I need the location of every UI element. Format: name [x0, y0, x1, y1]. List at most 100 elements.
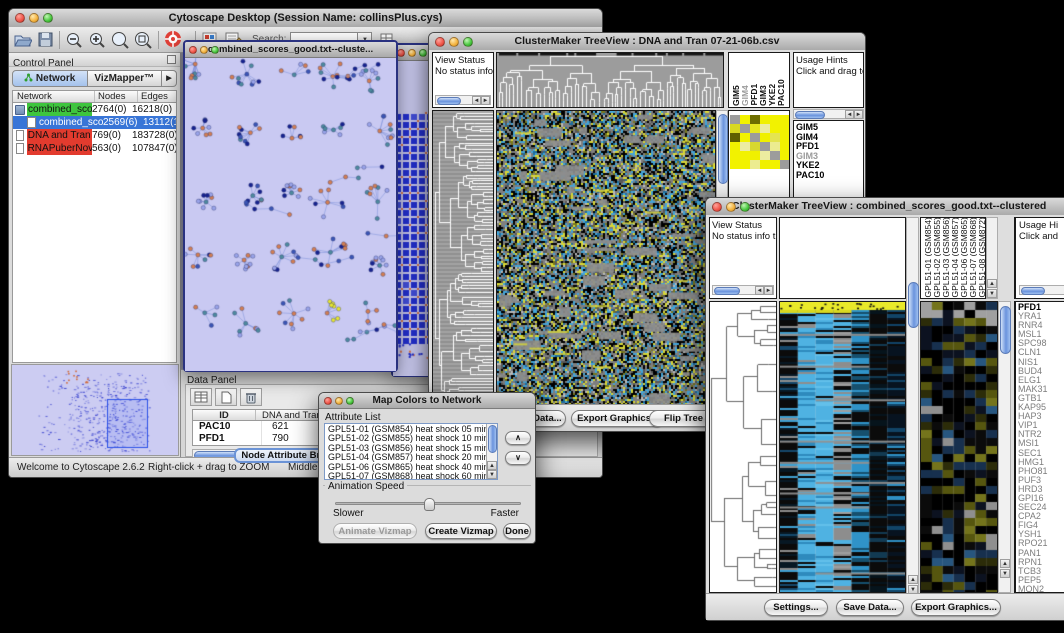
network-overview-canvas[interactable] — [11, 364, 179, 456]
network1-title-bar[interactable]: combined_scores_good.txt--cluste... — [185, 42, 396, 58]
close-button[interactable] — [397, 49, 405, 57]
zoom-window-button[interactable] — [463, 37, 473, 47]
tv2-zoom-heatmap[interactable] — [920, 301, 998, 593]
move-down-button[interactable]: ∨ — [505, 451, 531, 465]
zoom-out-icon[interactable] — [65, 31, 84, 49]
scroll-right-icon[interactable]: ► — [854, 110, 863, 119]
tv2-column-label[interactable]: GPL51-02 (GSM855) — [932, 217, 941, 297]
scroll-up-icon[interactable]: ▲ — [1000, 559, 1010, 568]
tv1-column-label[interactable]: YKE2 — [767, 84, 776, 106]
new-document-icon[interactable] — [215, 388, 237, 406]
animate-vizmap-button[interactable]: Animate Vizmap — [333, 523, 417, 539]
move-up-button[interactable]: ∧ — [505, 431, 531, 445]
tv2-hints-hscrollbar[interactable] — [1019, 285, 1064, 295]
save-icon[interactable] — [37, 31, 54, 48]
close-button[interactable] — [712, 202, 722, 212]
tv2-heatmap[interactable] — [779, 301, 906, 593]
tv1-column-label[interactable]: PFD1 — [749, 84, 758, 106]
delete-icon[interactable] — [240, 388, 262, 406]
treeview2-title-bar[interactable]: ClusterMaker TreeView : combined_scores_… — [706, 198, 1064, 216]
tv1-summary-hscrollbar[interactable]: ◄ ► — [793, 109, 864, 119]
tv1-column-label[interactable]: PAC10 — [776, 79, 785, 106]
tv1-summary-heatmap[interactable] — [730, 115, 790, 169]
attribute-list-item[interactable]: GPL51-07 (GSM868) heat shock 60 min — [328, 472, 497, 480]
help-icon[interactable] — [164, 30, 183, 49]
scroll-right-icon[interactable]: ► — [481, 96, 490, 105]
zoom-window-button[interactable] — [43, 13, 53, 23]
done-button[interactable]: Done — [503, 523, 531, 539]
scroll-left-icon[interactable]: ◄ — [845, 110, 854, 119]
network-tree-row[interactable]: combined_scores2764(0)16218(0) — [13, 103, 176, 116]
main-title-bar[interactable]: Cytoscape Desktop (Session Name: collins… — [9, 9, 602, 28]
tv1-gene-dendrogram[interactable] — [432, 110, 494, 406]
treeview1-title-bar[interactable]: ClusterMaker TreeView : DNA and Tran 07-… — [429, 33, 865, 51]
attribute-list[interactable]: GPL51-01 (GSM854) heat shock 05 minGPL51… — [324, 423, 498, 480]
animation-speed-slider[interactable] — [335, 502, 521, 505]
network-tree-row[interactable]: DNA and Tran 07769(0)183728(0) — [13, 129, 176, 142]
scroll-left-icon[interactable]: ◄ — [755, 286, 764, 295]
tv1-column-label[interactable]: GIM3 — [758, 85, 767, 106]
tv2-zoom-vscrollbar[interactable]: ▲ ▼ — [998, 301, 1011, 593]
minimize-button[interactable] — [726, 202, 736, 212]
gene-list-item[interactable]: MON2 — [1018, 585, 1064, 593]
open-icon[interactable] — [13, 31, 32, 48]
network-canvas[interactable] — [185, 58, 396, 371]
slider-thumb[interactable] — [424, 498, 435, 511]
tv2-column-label[interactable]: GPL51-06 (GSM865) — [959, 217, 968, 297]
tv1-heatmap[interactable] — [496, 110, 716, 406]
tv1-status-hscrollbar[interactable]: ◄ ► — [435, 95, 491, 105]
network-tree-row[interactable]: combined_sco2569(6)13112(15) — [13, 116, 176, 129]
tab-network[interactable]: Network — [12, 70, 88, 87]
export-graphics-button[interactable]: Export Graphics... — [911, 599, 1001, 616]
close-button[interactable] — [324, 397, 332, 405]
minimize-button[interactable] — [200, 46, 208, 54]
close-button[interactable] — [15, 13, 25, 23]
close-button[interactable] — [435, 37, 445, 47]
tv1-row-label[interactable]: PAC10 — [796, 171, 863, 181]
create-vizmap-button[interactable]: Create Vizmap — [425, 523, 497, 539]
dialog-title-bar[interactable]: Map Colors to Network — [319, 393, 535, 409]
tab-vizmapper[interactable]: VizMapper™ — [88, 70, 163, 87]
attribute-table-icon[interactable] — [190, 388, 212, 406]
float-panel-icon[interactable] — [167, 55, 176, 64]
scroll-up-icon[interactable]: ▲ — [908, 575, 918, 584]
tv2-column-label[interactable]: GPL51-04 (GSM857) — [950, 217, 959, 297]
tv2-column-label[interactable]: GPL51-01 (GSM854) — [923, 217, 932, 297]
tv2-gene-dendrogram[interactable] — [709, 301, 777, 593]
minimize-button[interactable] — [29, 13, 39, 23]
scroll-down-icon[interactable]: ▼ — [487, 470, 497, 479]
tv2-gene-list[interactable]: PFD1YRA1RNR4MSL1SPC98CLN1NIS1BUD4ELG1MAK… — [1014, 301, 1064, 593]
scroll-down-icon[interactable]: ▼ — [987, 289, 997, 298]
tv2-column-label[interactable]: GPL51-07 (GSM868) — [968, 217, 977, 297]
tv2-labels-scroll[interactable]: ▲ ▼ — [986, 217, 998, 299]
tv2-column-dendrogram-area[interactable] — [779, 217, 906, 299]
tv2-column-label[interactable]: GPL51-03 (GSM856) — [941, 217, 950, 297]
tv1-column-dendrogram[interactable] — [496, 52, 724, 108]
scroll-up-icon[interactable]: ▲ — [987, 279, 997, 288]
network-tree-row[interactable]: RNAPuberNov2+|563(0)107847(0) — [13, 142, 176, 155]
scroll-up-icon[interactable]: ▲ — [487, 461, 497, 470]
zoom-fit-icon[interactable] — [111, 31, 130, 49]
scroll-down-icon[interactable]: ▼ — [1000, 569, 1010, 578]
tv1-column-label[interactable]: GIM4 — [740, 85, 749, 106]
close-button[interactable] — [189, 46, 197, 54]
attribute-list-vscrollbar[interactable]: ▲ ▼ — [486, 424, 497, 479]
zoom-in-icon[interactable] — [88, 31, 107, 49]
zoom-selected-icon[interactable] — [134, 31, 153, 49]
minimize-button[interactable] — [408, 49, 416, 57]
tv2-status-hscrollbar[interactable]: ◄ ► — [712, 285, 774, 295]
minimize-button[interactable] — [449, 37, 459, 47]
tabs-more-button[interactable]: ▶ — [162, 70, 177, 87]
zoom-window-button[interactable] — [419, 49, 427, 57]
settings-button[interactable]: Settings... — [764, 599, 828, 616]
scroll-left-icon[interactable]: ◄ — [472, 96, 481, 105]
zoom-window-button[interactable] — [740, 202, 750, 212]
minimize-button[interactable] — [335, 397, 343, 405]
zoom-window-button[interactable] — [211, 46, 219, 54]
tv1-column-label[interactable]: GIM5 — [731, 85, 740, 106]
tv2-heatmap-vscrollbar[interactable]: ▲ ▼ — [906, 217, 919, 595]
zoom-window-button[interactable] — [346, 397, 354, 405]
scroll-right-icon[interactable]: ► — [764, 286, 773, 295]
save-data-button[interactable]: Save Data... — [836, 599, 904, 616]
tv2-column-label[interactable]: GPL51-08 (GSM872) — [977, 217, 986, 297]
